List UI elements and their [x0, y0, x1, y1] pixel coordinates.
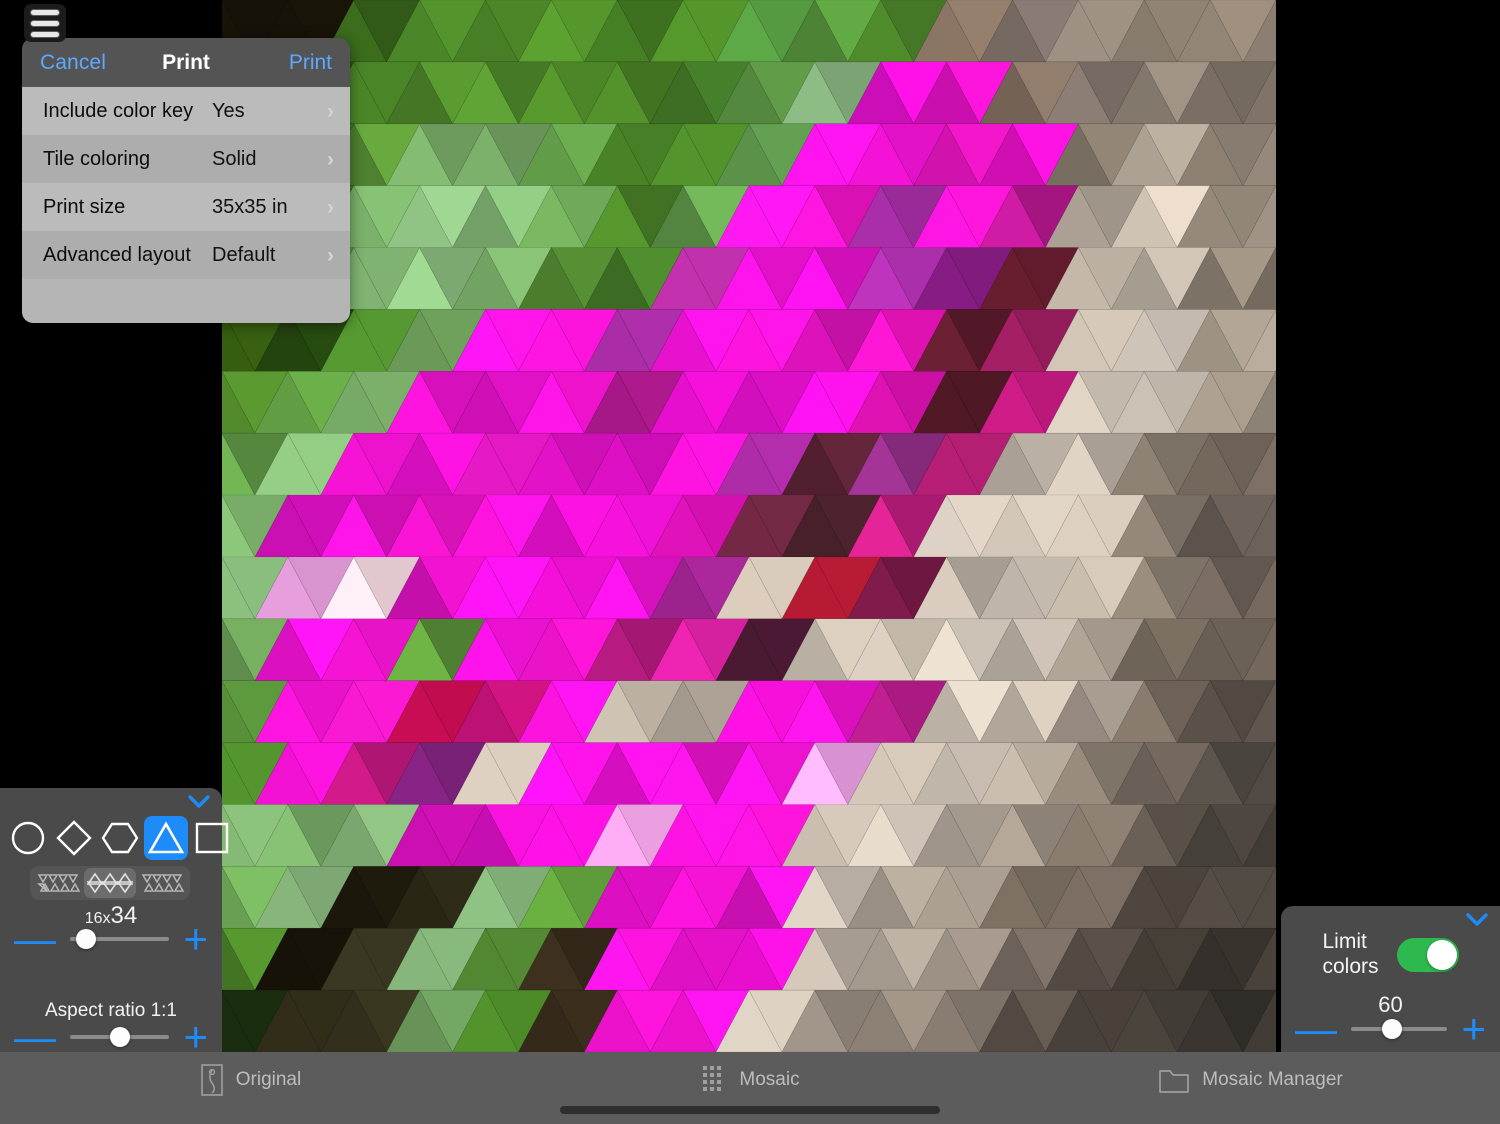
print-button[interactable]: Print [289, 51, 332, 75]
chevron-down-icon[interactable] [186, 792, 212, 812]
limit-colors-toggle[interactable] [1396, 937, 1459, 972]
aspect-increase-button[interactable]: + [183, 1016, 208, 1058]
shape-button-square[interactable] [190, 816, 234, 860]
tab-mosaic-manager[interactable]: Mosaic Manager [1000, 1052, 1500, 1108]
limit-increase-button[interactable]: + [1461, 1008, 1486, 1050]
menu-button[interactable] [24, 4, 66, 42]
triangles-alt-icon [141, 874, 185, 892]
row-label: Tile coloring [43, 147, 151, 170]
cancel-button[interactable]: Cancel [40, 51, 106, 75]
hexagon-icon [101, 822, 139, 854]
shape-button-diamond[interactable] [52, 816, 96, 860]
shape-button-hexagon[interactable] [98, 816, 142, 860]
limit-decrease-button[interactable]: — [1295, 1008, 1337, 1050]
hamburger-icon-bar [30, 19, 60, 27]
arrangement-selector [30, 866, 190, 900]
aspect-ratio-slider-row: — + [0, 1016, 222, 1058]
home-indicator [560, 1106, 940, 1114]
row-value: 35x35 in [212, 195, 288, 218]
row-label: Print size [43, 195, 126, 218]
hamburger-icon-bar [30, 30, 60, 38]
app-root: Cancel Print Print Include color key Yes… [0, 0, 1500, 1124]
tile-count-increase-button[interactable]: + [183, 918, 208, 960]
limit-colors-label: Limit colors [1322, 930, 1379, 978]
tab-label: Mosaic [739, 1069, 800, 1090]
limit-colors-slider[interactable] [1351, 1019, 1448, 1039]
tab-label: Original [235, 1069, 302, 1090]
right-gutter [1276, 0, 1500, 906]
tile-count-slider-row: — + [0, 918, 222, 960]
tile-count-slider-knob[interactable] [75, 929, 96, 949]
row-value: Solid [212, 147, 257, 170]
limit-colors-row: Limit colors [1281, 930, 1500, 980]
grid-icon [703, 1066, 722, 1091]
arrangement-button-flat[interactable] [32, 868, 84, 898]
chevron-down-icon[interactable] [1464, 910, 1490, 930]
limit-colors-slider-knob[interactable] [1381, 1019, 1402, 1039]
chevron-right-icon: › [327, 243, 334, 267]
mosaic-triangles [222, 0, 1276, 1052]
row-value: Yes [212, 99, 245, 122]
popover-row-tile-coloring[interactable]: Tile coloring Solid › [22, 135, 350, 183]
print-popover: Cancel Print Print Include color key Yes… [22, 38, 350, 323]
popover-row-include-color-key[interactable]: Include color key Yes › [22, 87, 350, 135]
tile-count-decrease-button[interactable]: — [14, 918, 56, 960]
chevron-right-icon: › [327, 195, 334, 219]
triangles-flat-icon [37, 874, 81, 892]
shape-settings-panel: 16x34 — + Aspect ratio 1:1 — + [0, 788, 229, 1058]
popover-row-print-size[interactable]: Print size 35x35 in › [22, 183, 350, 231]
photo-icon [200, 1064, 223, 1096]
circle-icon [11, 821, 45, 855]
bottom-tab-bar: Original Mosaic Mosaic Manager [0, 1052, 1500, 1124]
mosaic-canvas[interactable] [222, 0, 1276, 1052]
triangles-peaked-icon [87, 872, 133, 894]
tile-count-slider[interactable] [70, 929, 170, 949]
toggle-knob [1426, 939, 1457, 970]
chevron-right-icon: › [327, 147, 334, 171]
arrangement-button-alt[interactable] [136, 868, 188, 898]
triangle-icon [147, 821, 185, 854]
limit-colors-slider-row: — + [1281, 1008, 1500, 1050]
tab-mosaic[interactable]: Mosaic [500, 1052, 1000, 1108]
aspect-decrease-button[interactable]: — [14, 1016, 56, 1058]
tab-original[interactable]: Original [0, 1052, 500, 1108]
popover-row-advanced-layout[interactable]: Advanced layout Default › [22, 231, 350, 279]
diamond-icon [56, 820, 92, 856]
row-label: Advanced layout [43, 243, 191, 266]
popover-header: Cancel Print Print [22, 38, 350, 87]
popover-footer [22, 279, 350, 323]
row-label: Include color key [43, 99, 194, 122]
arrangement-button-peaked[interactable] [84, 868, 136, 898]
aspect-ratio-slider[interactable] [70, 1027, 170, 1047]
limit-colors-panel: Limit colors 60 — + [1281, 906, 1500, 1052]
shape-button-circle[interactable] [6, 816, 50, 860]
aspect-ratio-slider-knob[interactable] [109, 1027, 130, 1047]
chevron-right-icon: › [327, 99, 334, 123]
shape-button-triangle[interactable] [144, 816, 188, 860]
tab-label: Mosaic Manager [1202, 1069, 1343, 1090]
folder-icon [1159, 1070, 1190, 1093]
row-value: Default [212, 243, 276, 266]
hamburger-icon-bar [30, 8, 60, 16]
shape-selector [6, 816, 234, 860]
square-icon [195, 822, 229, 854]
